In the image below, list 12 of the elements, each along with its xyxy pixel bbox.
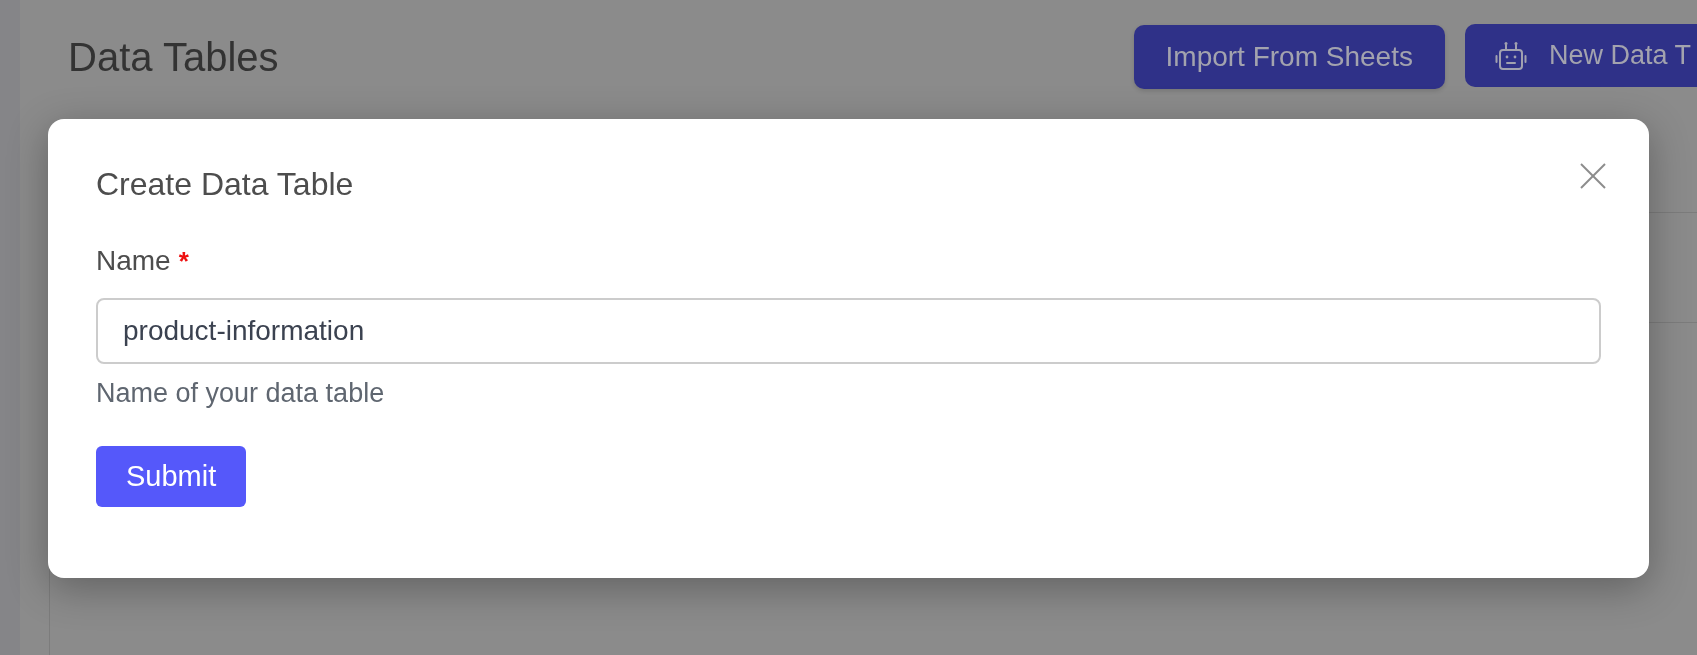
close-button[interactable] xyxy=(1580,163,1606,189)
submit-button[interactable]: Submit xyxy=(96,446,247,507)
input-field[interactable]: product-information xyxy=(96,298,1601,364)
close-icon xyxy=(1580,163,1606,189)
required-mark: * xyxy=(178,245,189,278)
field-hint: Name of your data table xyxy=(96,377,386,410)
new-table-button[interactable]: New Data T xyxy=(1464,24,1697,87)
import-button[interactable]: Import From Sheets xyxy=(1133,25,1445,89)
robot-icon xyxy=(1494,40,1527,71)
modal-title: Create Data Table xyxy=(96,165,354,204)
page-title: Data Tables xyxy=(68,34,279,81)
field-label: Name xyxy=(96,244,171,278)
